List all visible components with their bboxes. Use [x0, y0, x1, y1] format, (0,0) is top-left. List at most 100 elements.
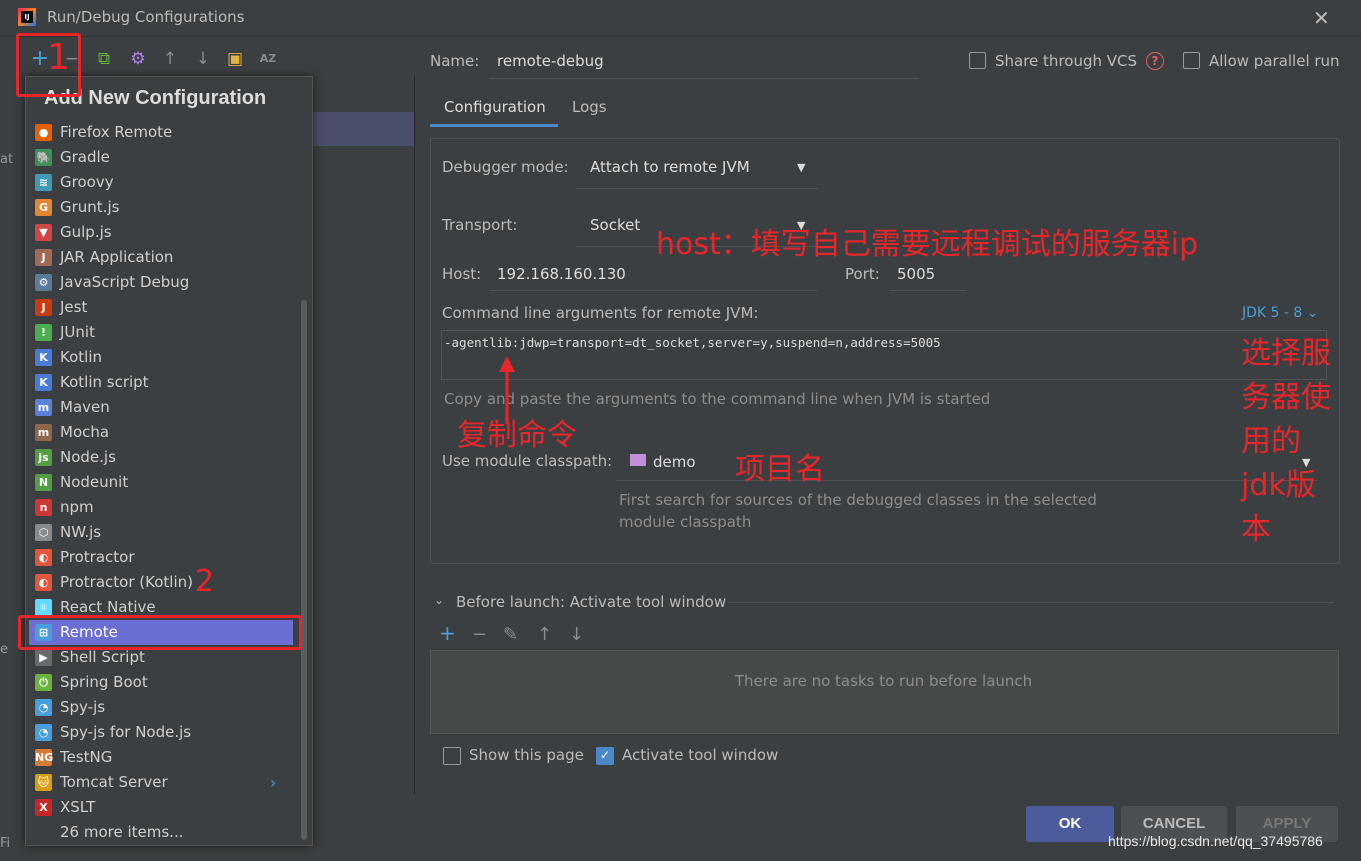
- config-type-gradle[interactable]: 🐘 Gradle: [35, 145, 295, 170]
- chevron-down-icon: ▼: [797, 161, 806, 174]
- sort-icon[interactable]: AZ: [257, 48, 279, 70]
- config-type-label: TestNG: [60, 748, 113, 766]
- cmd-args-label: Command line arguments for remote JVM:: [442, 304, 759, 322]
- config-type-label: Jest: [60, 298, 88, 316]
- config-type-label: Maven: [60, 398, 110, 416]
- annotation-step-2: 2: [195, 564, 215, 599]
- watermark: https://blog.csdn.net/qq_37495786: [1108, 833, 1323, 849]
- config-type-xslt[interactable]: X XSLT: [35, 795, 295, 820]
- config-type-testng[interactable]: NG TestNG: [35, 745, 295, 770]
- config-type-jest[interactable]: J Jest: [35, 295, 295, 320]
- allow-parallel-checkbox[interactable]: [1183, 52, 1200, 69]
- config-type-label: Kotlin script: [60, 373, 149, 391]
- config-type-nw-js[interactable]: ⬡ NW.js: [35, 520, 295, 545]
- tab-configuration[interactable]: Configuration: [444, 98, 546, 126]
- config-type-npm[interactable]: n npm: [35, 495, 295, 520]
- testng-icon: NG: [35, 749, 54, 766]
- config-type-label: Spy-js for Node.js: [60, 723, 192, 741]
- module-classpath-dropdown[interactable]: [616, 442, 1318, 481]
- popup-scrollbar[interactable]: [301, 300, 307, 840]
- share-vcs-checkbox[interactable]: [969, 52, 986, 69]
- config-type-label: NW.js: [60, 523, 102, 541]
- config-type-tomcat-server[interactable]: 🐱 Tomcat Server: [35, 770, 295, 795]
- config-type-label: Spy-js: [60, 698, 106, 716]
- empty-tasks-text: There are no tasks to run before launch: [734, 672, 1033, 690]
- config-type-protractor[interactable]: ◐ Protractor: [35, 545, 295, 570]
- config-type-label: Node.js: [60, 448, 116, 466]
- spring-boot-icon: ⏻: [35, 674, 52, 691]
- config-type-groovy[interactable]: ≋ Groovy: [35, 170, 295, 195]
- chevron-right-icon: ›: [270, 773, 277, 792]
- show-page-checkbox[interactable]: [443, 747, 461, 765]
- close-icon[interactable]: ✕: [1313, 6, 1330, 30]
- annotation-jdk-note: 选择服 务器使 用的 jdk版本: [1241, 332, 1331, 552]
- annotation-jdk-note-line: 选择服: [1241, 336, 1331, 371]
- edge-text: e: [0, 642, 8, 657]
- cmd-args-hint: Copy and paste the arguments to the comm…: [444, 390, 991, 408]
- move-up-icon[interactable]: ↑: [159, 48, 181, 70]
- add-task-button[interactable]: +: [439, 621, 456, 645]
- ok-button[interactable]: OK: [1026, 806, 1114, 842]
- annotation-box-remote: [18, 615, 302, 650]
- jar-icon: J: [35, 249, 52, 266]
- cmd-args-value: -agentlib:jdwp=transport=dt_socket,serve…: [444, 335, 941, 350]
- config-type-label: Gradle: [60, 148, 110, 166]
- mocha-icon: m: [35, 424, 52, 441]
- gulp-icon: ▼: [35, 224, 52, 241]
- config-type-grunt-js[interactable]: G Grunt.js: [35, 195, 295, 220]
- junit-icon: !: [35, 324, 52, 341]
- tab-logs[interactable]: Logs: [572, 98, 607, 126]
- config-type-protractor-kotlin[interactable]: ◐ Protractor (Kotlin): [35, 570, 295, 595]
- edit-defaults-icon[interactable]: ⚙: [127, 48, 149, 70]
- show-page-label: Show this page: [469, 746, 584, 764]
- edit-task-icon[interactable]: ✎: [503, 624, 518, 645]
- move-down-icon[interactable]: ↓: [192, 48, 214, 70]
- annotation-jdk-note-line: 本: [1241, 512, 1271, 547]
- annotation-host-note: host：填写自己需要远程调试的服务器ip: [656, 227, 1199, 262]
- config-type-javascript-debug[interactable]: ⚙ JavaScript Debug: [35, 270, 295, 295]
- jest-icon: J: [35, 299, 52, 316]
- before-launch-title[interactable]: Before launch: Activate tool window: [456, 593, 726, 611]
- config-type-firefox-remote[interactable]: ● Firefox Remote: [35, 120, 295, 145]
- npm-icon: n: [35, 499, 52, 516]
- collapse-chevron-icon[interactable]: ⌄: [434, 593, 444, 607]
- shell-icon: ▶: [35, 649, 52, 666]
- config-type-spy-js[interactable]: ◔ Spy-js: [35, 695, 295, 720]
- config-type-kotlin[interactable]: K Kotlin: [35, 345, 295, 370]
- config-type-spy-js-for-node-js[interactable]: ◔ Spy-js for Node.js: [35, 720, 295, 745]
- config-type-spring-boot[interactable]: ⏻ Spring Boot: [35, 670, 295, 695]
- annotation-jdk-note-line: 用的: [1241, 424, 1301, 459]
- nodejs-icon: js: [35, 449, 52, 466]
- config-type-mocha[interactable]: m Mocha: [35, 420, 295, 445]
- annotation-jdk-note-line: jdk版: [1241, 468, 1316, 503]
- config-type-label: 26 more items...: [60, 823, 184, 841]
- transport-value: Socket: [590, 216, 641, 234]
- remove-task-button[interactable]: −: [472, 624, 487, 645]
- config-type-label: JavaScript Debug: [60, 273, 190, 291]
- config-type-nodeunit[interactable]: N Nodeunit: [35, 470, 295, 495]
- port-label: Port:: [845, 265, 880, 283]
- config-type-label: XSLT: [60, 798, 96, 816]
- config-type-label: Mocha: [60, 423, 110, 441]
- folder-icon[interactable]: ▣: [224, 48, 246, 70]
- config-type-maven[interactable]: m Maven: [35, 395, 295, 420]
- intellij-logo-icon: IJ: [18, 8, 36, 26]
- config-type-gulp-js[interactable]: ▼ Gulp.js: [35, 220, 295, 245]
- module-folder-icon: [630, 454, 646, 466]
- react-icon: ⚛: [35, 599, 52, 616]
- move-task-up-icon[interactable]: ↑: [537, 624, 552, 645]
- annotation-copy-note: 复制命令: [457, 418, 577, 453]
- config-type-26-more-items[interactable]: 26 more items...: [35, 820, 320, 845]
- jdk-version-dropdown[interactable]: JDK 5 - 8 ⌄: [1242, 305, 1319, 321]
- config-type-node-js[interactable]: js Node.js: [35, 445, 295, 470]
- config-type-junit[interactable]: ! JUnit: [35, 320, 295, 345]
- tomcat-icon: 🐱: [35, 774, 52, 791]
- copy-configuration-icon[interactable]: ⧉: [93, 48, 115, 70]
- config-type-kotlin-script[interactable]: K Kotlin script: [35, 370, 295, 395]
- debugger-mode-label: Debugger mode:: [442, 158, 569, 176]
- config-type-jar-application[interactable]: J JAR Application: [35, 245, 295, 270]
- tree-selected-row[interactable]: [313, 112, 414, 146]
- move-task-down-icon[interactable]: ↓: [569, 624, 584, 645]
- help-icon[interactable]: ?: [1146, 52, 1164, 70]
- activate-tool-window-checkbox[interactable]: ✓: [596, 747, 614, 765]
